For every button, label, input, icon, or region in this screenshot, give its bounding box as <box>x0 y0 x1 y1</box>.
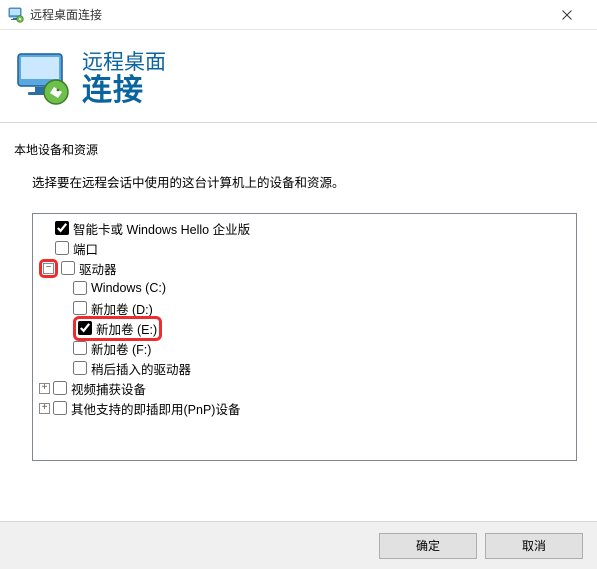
tree-item-drives[interactable]: − 驱动器 <box>35 258 574 278</box>
checkbox-video-capture[interactable] <box>53 381 67 395</box>
checkbox-drive-d[interactable] <box>73 301 87 315</box>
expander-drives[interactable]: − <box>43 263 54 274</box>
label-ports: 端口 <box>73 239 98 258</box>
titlebar: 远程桌面连接 <box>0 0 597 30</box>
checkbox-drive-c[interactable] <box>73 281 87 295</box>
label-drive-e: 新加卷 (E:) <box>96 319 157 338</box>
label-later-drives: 稍后插入的驱动器 <box>91 359 191 378</box>
label-smart-card: 智能卡或 Windows Hello 企业版 <box>73 219 250 238</box>
label-video-capture: 视频捕获设备 <box>71 379 146 398</box>
device-tree[interactable]: 智能卡或 Windows Hello 企业版 端口 − 驱动器 Windows … <box>32 213 577 461</box>
highlight-drive-e: 新加卷 (E:) <box>73 316 162 341</box>
label-drive-c: Windows (C:) <box>91 281 166 295</box>
rdp-icon <box>8 7 24 23</box>
content-area: 本地设备和资源 选择要在远程会话中使用的这台计算机上的设备和资源。 智能卡或 W… <box>0 123 597 461</box>
instruction-text: 选择要在远程会话中使用的这台计算机上的设备和资源。 <box>32 172 577 191</box>
header-banner: 远程桌面 连接 <box>0 30 597 123</box>
header-title-line2: 连接 <box>82 74 166 107</box>
highlight-expander-drives: − <box>39 259 58 278</box>
tree-item-drive-e[interactable]: 新加卷 (E:) <box>35 318 574 338</box>
close-icon <box>562 10 572 20</box>
group-label: 本地设备和资源 <box>14 141 583 158</box>
checkbox-drive-e[interactable] <box>78 321 92 335</box>
tree-item-drive-c[interactable]: Windows (C:) <box>35 278 574 298</box>
cancel-button[interactable]: 取消 <box>485 533 583 559</box>
tree-item-pnp-devices[interactable]: + 其他支持的即插即用(PnP)设备 <box>35 398 574 418</box>
checkbox-smart-card[interactable] <box>55 221 69 235</box>
button-bar: 确定 取消 <box>0 521 597 569</box>
tree-item-ports[interactable]: 端口 <box>35 238 574 258</box>
close-button[interactable] <box>545 1 589 29</box>
label-drive-f: 新加卷 (F:) <box>91 339 151 358</box>
label-drive-d: 新加卷 (D:) <box>91 299 153 318</box>
expander-video-capture[interactable]: + <box>39 383 50 394</box>
tree-item-drive-f[interactable]: 新加卷 (F:) <box>35 338 574 358</box>
checkbox-drive-f[interactable] <box>73 341 87 355</box>
checkbox-pnp[interactable] <box>53 401 67 415</box>
tree-item-video-capture[interactable]: + 视频捕获设备 <box>35 378 574 398</box>
label-pnp: 其他支持的即插即用(PnP)设备 <box>71 399 240 418</box>
expander-pnp[interactable]: + <box>39 403 50 414</box>
header-text: 远程桌面 连接 <box>82 51 166 107</box>
label-drives: 驱动器 <box>79 259 117 278</box>
rdp-large-icon <box>14 50 72 108</box>
tree-item-later-drives[interactable]: 稍后插入的驱动器 <box>35 358 574 378</box>
window-title: 远程桌面连接 <box>30 6 545 23</box>
ok-button[interactable]: 确定 <box>379 533 477 559</box>
header-title-line1: 远程桌面 <box>82 51 166 74</box>
checkbox-drives[interactable] <box>61 261 75 275</box>
checkbox-later-drives[interactable] <box>73 361 87 375</box>
checkbox-ports[interactable] <box>55 241 69 255</box>
tree-item-smart-card[interactable]: 智能卡或 Windows Hello 企业版 <box>35 218 574 238</box>
